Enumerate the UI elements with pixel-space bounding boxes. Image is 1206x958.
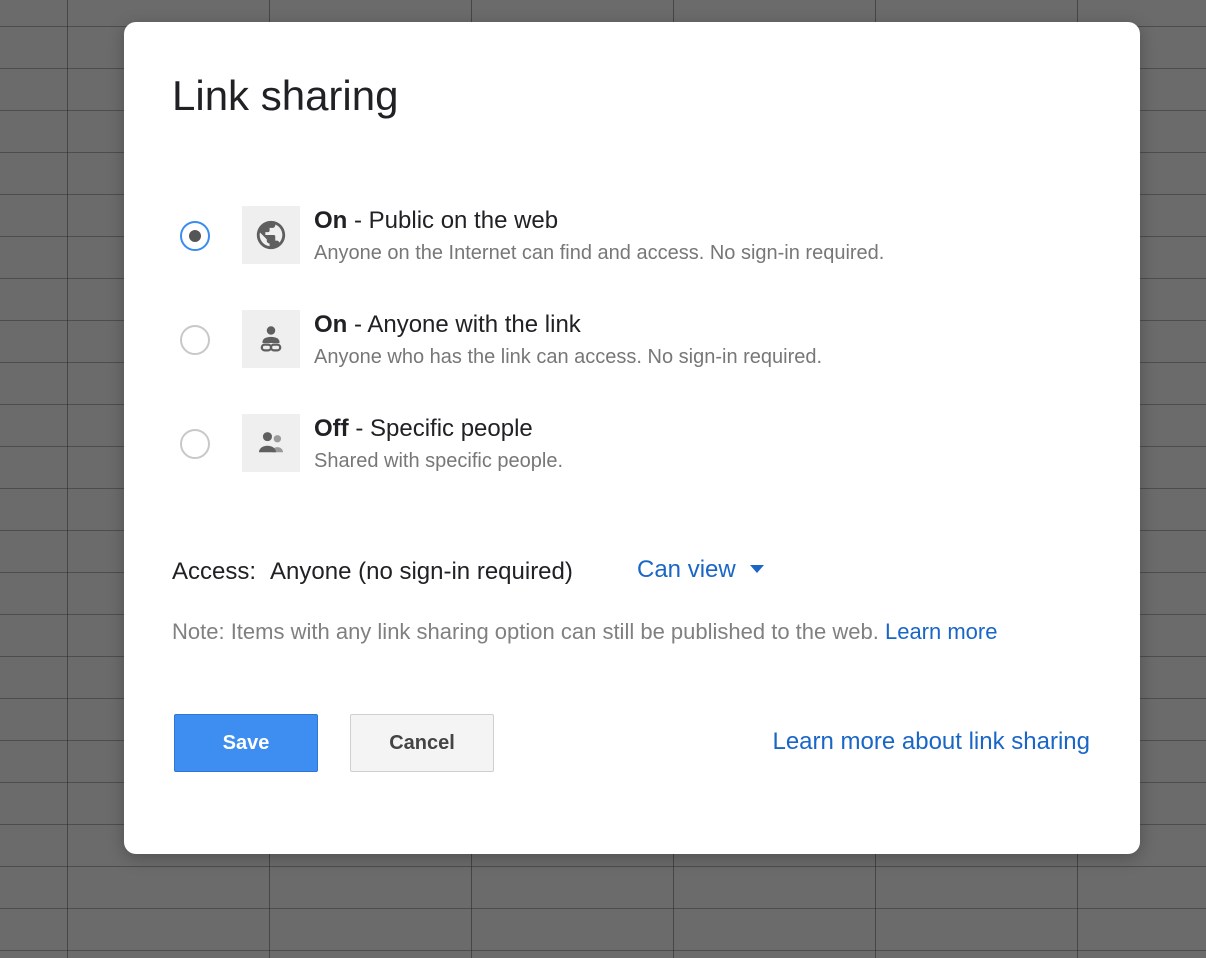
option-text: Off - Specific people Shared with specif… — [314, 414, 563, 476]
option-title: Off - Specific people — [314, 414, 563, 444]
radio-anyone-with-link[interactable] — [180, 325, 210, 355]
option-label: - Anyone with the link — [347, 311, 581, 338]
publish-note: Note: Items with any link sharing option… — [172, 616, 997, 648]
option-title: On - Public on the web — [314, 206, 884, 236]
chevron-down-icon — [749, 564, 764, 573]
option-title: On - Anyone with the link — [314, 310, 822, 340]
permission-dropdown[interactable]: Can view — [637, 554, 764, 586]
option-public-on-web[interactable]: On - Public on the web Anyone on the Int… — [180, 206, 1060, 270]
option-specific-people[interactable]: Off - Specific people Shared with specif… — [180, 414, 1060, 478]
option-description: Shared with specific people. — [314, 450, 564, 472]
access-value: Anyone (no sign-in required) — [270, 558, 573, 585]
radio-public-on-web[interactable] — [180, 221, 210, 251]
learn-more-link[interactable]: Learn more — [885, 619, 998, 644]
link-sharing-dialog: Link sharing On - Public on the web Anyo… — [124, 22, 1140, 854]
note-text: Note: Items with any link sharing option… — [172, 619, 879, 644]
option-status: On — [314, 207, 348, 234]
person-link-icon — [242, 310, 300, 368]
cancel-button[interactable]: Cancel — [350, 714, 494, 772]
people-icon — [242, 414, 300, 472]
globe-icon — [242, 206, 300, 264]
dialog-title: Link sharing — [172, 72, 399, 119]
option-anyone-with-link[interactable]: On - Anyone with the link Anyone who has… — [180, 310, 1060, 374]
access-label: Access: — [172, 558, 257, 585]
option-description: Anyone who has the link can access. No s… — [314, 346, 823, 368]
option-description: Anyone on the Internet can find and acce… — [314, 242, 885, 264]
option-status: On — [314, 311, 348, 338]
save-button[interactable]: Save — [174, 714, 318, 772]
option-text: On - Anyone with the link Anyone who has… — [314, 310, 822, 372]
permission-label: Can view — [637, 556, 736, 583]
option-status: Off — [314, 415, 349, 442]
radio-specific-people[interactable] — [180, 429, 210, 459]
learn-more-link-sharing[interactable]: Learn more about link sharing — [772, 726, 1090, 758]
option-text: On - Public on the web Anyone on the Int… — [314, 206, 884, 268]
option-label: - Public on the web — [347, 207, 559, 234]
access-row: Access: Anyone (no sign-in required) — [172, 556, 573, 588]
option-label: - Specific people — [348, 415, 533, 442]
